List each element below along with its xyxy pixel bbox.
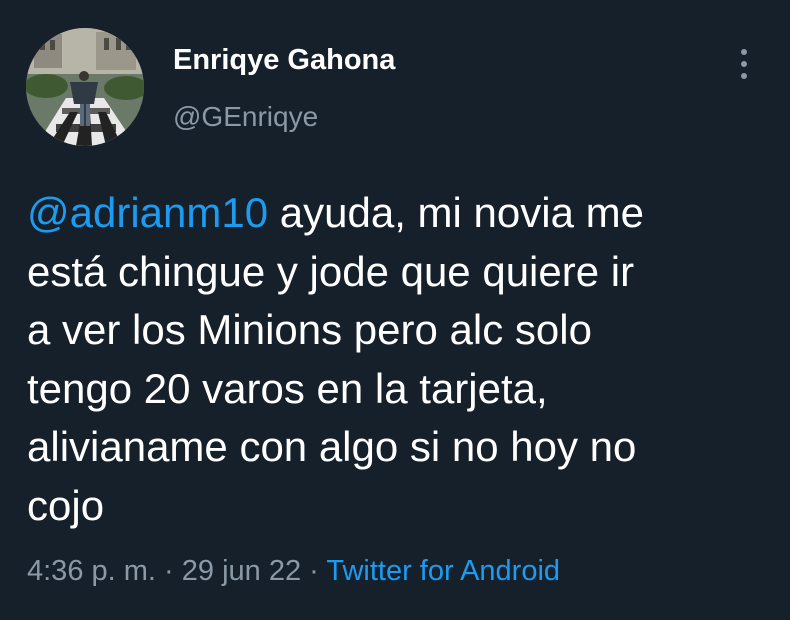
meta-separator: · xyxy=(155,555,182,587)
tweet-line-text: ayuda, mi novia me xyxy=(268,189,644,236)
tweet-meta: 4:36 p. m. · 29 jun 22 · Twitter for And… xyxy=(27,555,560,588)
mention-link[interactable]: @adrianm10 xyxy=(27,189,268,236)
tweet-line: está chingue y jode que quiere ir xyxy=(27,247,635,295)
tweet-line: cojo xyxy=(27,481,105,529)
tweet-line: alivianame con algo si no hoy no xyxy=(27,423,637,470)
tweet-line: @adrianm10 ayuda, mi novia me xyxy=(27,184,767,243)
avatar[interactable] xyxy=(26,28,144,146)
display-name[interactable]: Enriqye Gahona xyxy=(173,44,395,77)
tweet-date[interactable]: 29 jun 22 xyxy=(182,555,301,587)
tweet-source-link[interactable]: Twitter for Android xyxy=(326,555,560,587)
tweet-line: tengo 20 varos en la tarjeta, xyxy=(27,364,548,412)
tweet-time[interactable]: 4:36 p. m. xyxy=(27,555,156,587)
tweet-text: @adrianm10 ayuda, mi novia me está ching… xyxy=(27,184,767,535)
more-vertical-icon[interactable] xyxy=(733,44,755,84)
tweet-card: Enriqye Gahona @GEnriqye @adrianm10 ayud… xyxy=(0,0,790,620)
tweet-line: a ver los Minions pero alc solo xyxy=(27,306,592,353)
user-handle[interactable]: @GEnriqye xyxy=(173,101,318,133)
meta-separator: · xyxy=(301,555,327,587)
avatar-photo xyxy=(26,28,144,146)
